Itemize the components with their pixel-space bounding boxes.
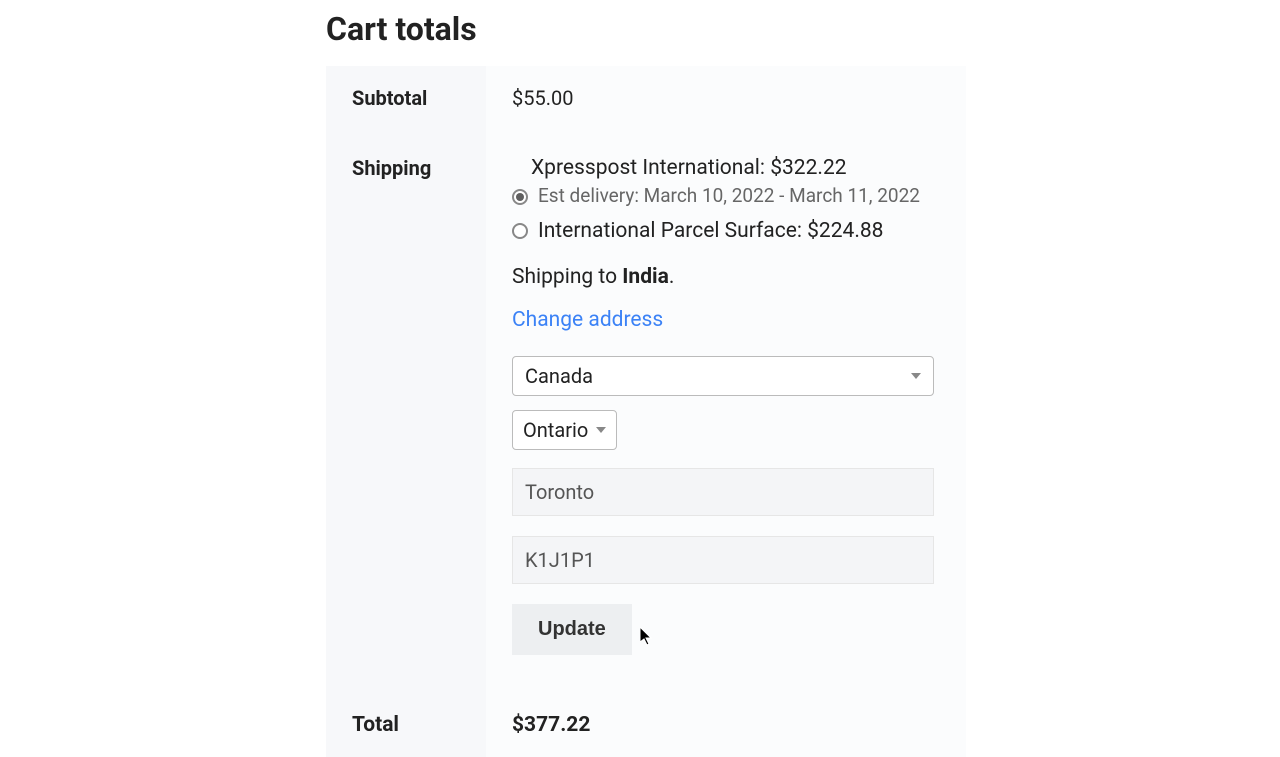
total-value: $377.22 — [486, 689, 966, 757]
update-button[interactable]: Update — [512, 604, 632, 655]
change-address-link[interactable]: Change address — [512, 308, 663, 332]
shipping-to-country: India — [622, 265, 669, 289]
shipping-radio-0[interactable] — [512, 189, 528, 205]
page-title: Cart totals — [326, 10, 1280, 48]
postal-input-value: K1J1P1 — [525, 548, 595, 572]
shipping-row: Shipping Xpresspost International: $322.… — [326, 130, 966, 689]
province-select[interactable]: Ontario — [512, 410, 617, 450]
shipping-option-0[interactable]: Xpresspost International: $322.22 Est de… — [512, 156, 940, 207]
total-label: Total — [326, 689, 486, 757]
shipping-option-0-label: Xpresspost International: $322.22 — [512, 156, 920, 180]
province-select-value: Ontario — [523, 418, 588, 442]
city-input-value: Toronto — [525, 480, 594, 504]
shipping-option-1[interactable]: International Parcel Surface: $224.88 — [512, 219, 940, 247]
shipping-label: Shipping — [326, 130, 486, 689]
postal-input[interactable]: K1J1P1 — [512, 536, 934, 584]
shipping-to: Shipping to India. — [512, 265, 940, 289]
shipping-content: Xpresspost International: $322.22 Est de… — [486, 130, 966, 689]
shipping-radio-1[interactable] — [512, 223, 528, 239]
subtotal-row: Subtotal $55.00 — [326, 66, 966, 130]
shipping-to-suffix: . — [669, 265, 675, 289]
total-row: Total $377.22 — [326, 689, 966, 757]
country-select[interactable]: Canada — [512, 356, 934, 396]
subtotal-label: Subtotal — [326, 66, 486, 130]
country-select-value: Canada — [525, 364, 593, 388]
subtotal-value: $55.00 — [486, 66, 966, 130]
cart-totals-table: Subtotal $55.00 Shipping Xpresspost Inte… — [326, 66, 966, 757]
shipping-to-prefix: Shipping to — [512, 265, 622, 289]
shipping-option-0-delivery: Est delivery: March 10, 2022 - March 11,… — [538, 184, 920, 207]
chevron-down-icon — [911, 373, 921, 379]
city-input[interactable]: Toronto — [512, 468, 934, 516]
shipping-option-1-label: International Parcel Surface: $224.88 — [538, 219, 883, 243]
chevron-down-icon — [596, 427, 606, 433]
